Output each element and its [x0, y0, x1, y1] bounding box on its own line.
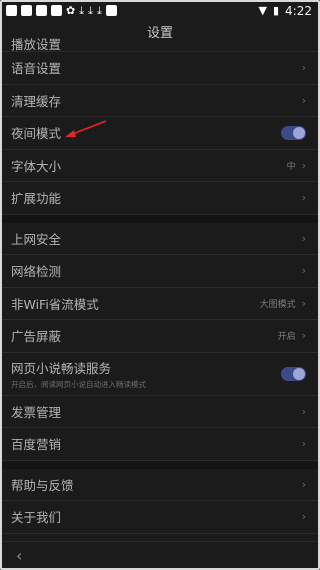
- settings-item-help[interactable]: 帮助与反馈 ›: [2, 469, 318, 501]
- settings-item-label: 扩展功能: [11, 191, 62, 207]
- settings-item-label: 帮助与反馈: [11, 477, 74, 493]
- status-right: ▼ ▮ 4:22: [259, 4, 312, 18]
- settings-item-network-check[interactable]: 网络检测 ›: [2, 255, 318, 288]
- settings-item-data-saver[interactable]: 非WiFi省流模式 大图模式 ›: [2, 288, 318, 320]
- settings-item-label: 非WiFi省流模式: [11, 296, 99, 312]
- bottom-toolbar: ‹: [2, 541, 318, 568]
- section-divider: [2, 460, 318, 469]
- chevron-right-icon: ›: [301, 437, 306, 451]
- chevron-right-icon: ›: [301, 329, 306, 343]
- night-mode-toggle[interactable]: [281, 125, 306, 140]
- download-icon: ⤓: [88, 4, 93, 17]
- download-icon: ⤓: [79, 4, 85, 17]
- settings-item-value: 大图模式: [259, 299, 296, 310]
- settings-item-font-size[interactable]: 字体大小 中 ›: [2, 150, 318, 182]
- chevron-right-icon: ›: [301, 191, 306, 205]
- notification-icon: [21, 5, 32, 16]
- notification-icon: [6, 5, 17, 16]
- settings-item-value: 中: [286, 161, 296, 172]
- chevron-right-icon: ›: [301, 510, 306, 524]
- wifi-icon: ▼: [258, 4, 267, 17]
- settings-item-label: 关于我们: [11, 510, 62, 526]
- settings-item-text: 网页小说畅读服务 开启后，阅读网页小说自动进入畅读模式: [11, 358, 146, 390]
- settings-list: 播放设置 语音设置 › 清理缓存 › 夜间模式 字体大小 中 › 扩展功能 › …: [2, 36, 318, 534]
- notification-icon: [105, 5, 117, 16]
- settings-item-label: 网页小说畅读服务: [11, 360, 112, 376]
- paw-icon: ✿: [66, 4, 76, 17]
- settings-item-ad-block[interactable]: 广告屏蔽 开启 ›: [2, 320, 318, 353]
- settings-item-novel-reader: 网页小说畅读服务 开启后，阅读网页小说自动进入畅读模式: [2, 353, 318, 396]
- settings-item-invoice[interactable]: 发票管理 ›: [2, 396, 318, 428]
- settings-item-night-mode: 夜间模式: [2, 117, 318, 150]
- toggle-knob: [293, 126, 305, 139]
- settings-item-web-security[interactable]: 上网安全 ›: [2, 223, 318, 255]
- settings-item-label: 语音设置: [11, 61, 62, 77]
- chevron-right-icon: ›: [301, 264, 306, 278]
- chevron-right-icon: ›: [301, 477, 306, 491]
- chevron-right-icon: ›: [301, 404, 306, 418]
- chevron-right-icon: ›: [301, 296, 306, 310]
- chevron-right-icon: ›: [301, 158, 306, 172]
- settings-item-label: 广告屏蔽: [11, 329, 62, 345]
- notification-icon: [36, 5, 47, 16]
- settings-item-label: 字体大小: [11, 158, 62, 174]
- settings-item-label: 发票管理: [11, 404, 62, 420]
- settings-item-label: 夜间模式: [11, 126, 62, 142]
- settings-item-label: 网络检测: [11, 264, 62, 280]
- settings-item-about[interactable]: 关于我们 ›: [2, 501, 318, 534]
- back-icon[interactable]: ‹: [16, 546, 22, 565]
- settings-item-label: 上网安全: [11, 231, 62, 247]
- settings-item-playback[interactable]: 播放设置: [2, 36, 318, 52]
- settings-item-clear-cache[interactable]: 清理缓存 ›: [2, 85, 318, 117]
- notification-icons: ✿ ⤓ ⤓ ⤓: [6, 5, 117, 16]
- chevron-right-icon: ›: [301, 61, 306, 75]
- settings-item-voice[interactable]: 语音设置 ›: [2, 52, 318, 85]
- download-icon: ⤓: [96, 4, 102, 17]
- battery-icon: ▮: [272, 4, 280, 17]
- status-bar: ✿ ⤓ ⤓ ⤓ ▼ ▮ 4:22: [2, 2, 318, 19]
- toggle-knob: [293, 367, 305, 380]
- novel-reader-toggle[interactable]: [281, 366, 306, 381]
- annotation-arrow-icon: [65, 120, 107, 137]
- settings-item-label: 播放设置: [11, 37, 62, 52]
- settings-item-description: 开启后，阅读网页小说自动进入畅读模式: [11, 379, 146, 389]
- settings-item-value: 开启: [277, 332, 296, 343]
- notification-icon: [51, 5, 62, 16]
- chevron-right-icon: ›: [301, 93, 306, 107]
- settings-item-label: 清理缓存: [11, 93, 62, 109]
- chevron-right-icon: ›: [301, 231, 306, 245]
- settings-item-extensions[interactable]: 扩展功能 ›: [2, 182, 318, 215]
- settings-item-label: 百度营销: [11, 437, 62, 453]
- section-divider: [2, 214, 318, 223]
- clock: 4:22: [285, 3, 312, 18]
- settings-item-baidu-marketing[interactable]: 百度营销 ›: [2, 428, 318, 461]
